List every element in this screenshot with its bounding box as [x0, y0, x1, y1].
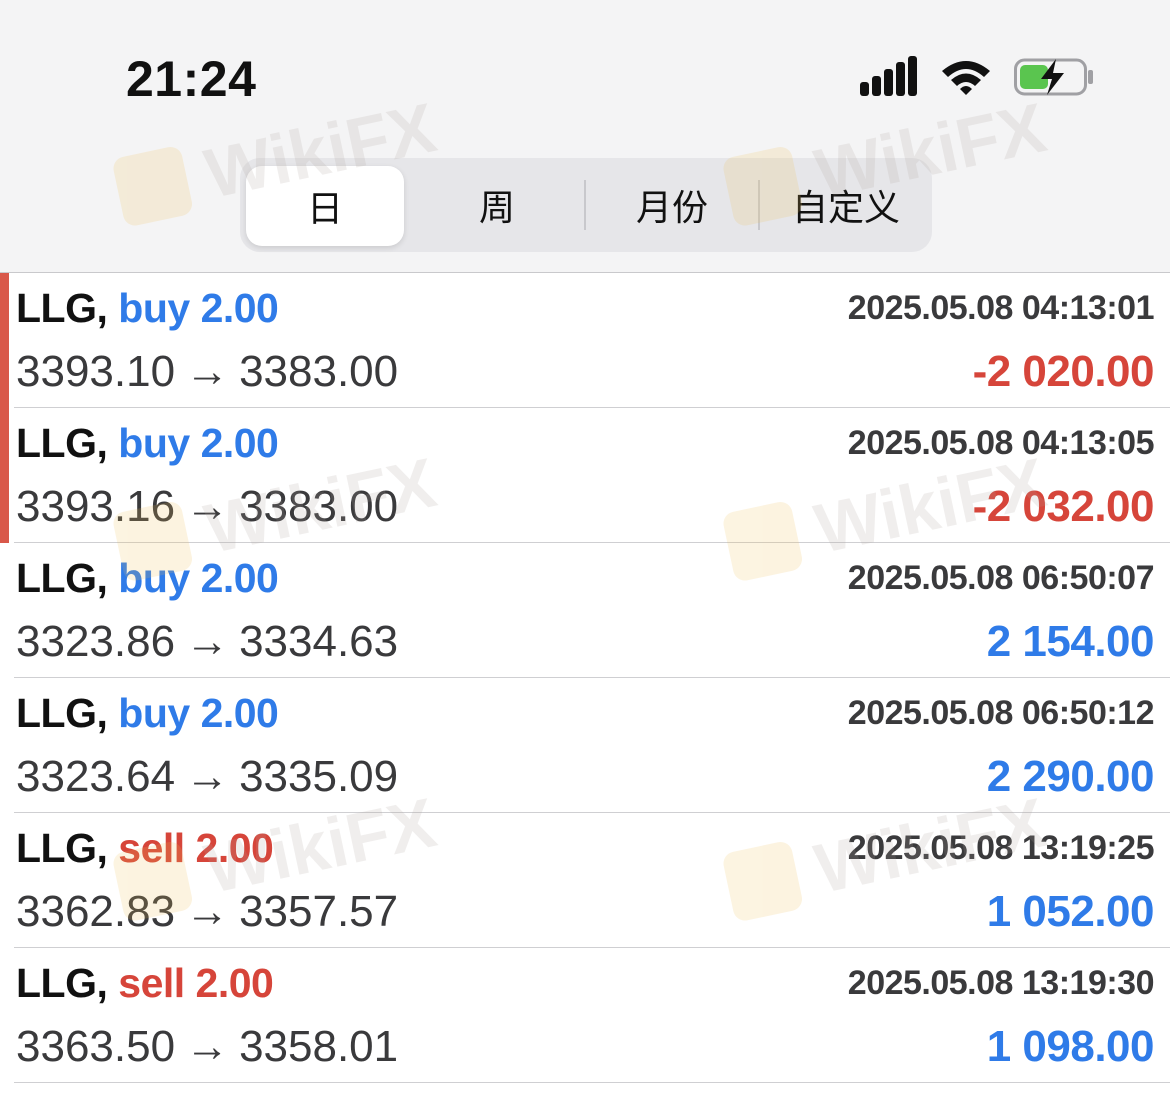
arrow-right-icon: → — [185, 1022, 230, 1071]
trade-title: LLG, buy 2.00 — [16, 420, 279, 467]
tab-custom[interactable]: 自定义 — [760, 158, 932, 252]
trade-profit: 1 052.00 — [986, 887, 1155, 936]
trade-side: buy 2.00 — [118, 555, 279, 601]
trade-title: LLG, sell 2.00 — [16, 825, 274, 872]
tab-custom-label: 自定义 — [791, 188, 900, 229]
trade-row[interactable]: LLG, buy 2.00 2025.05.08 06:50:07 3323.8… — [14, 543, 1170, 678]
trade-title: LLG, sell 2.00 — [16, 960, 274, 1007]
trade-symbol: LLG, — [16, 690, 108, 736]
cellular-signal-icon — [860, 56, 918, 103]
trade-row[interactable]: LLG, sell 2.00 2025.05.08 13:19:25 3362.… — [14, 813, 1170, 948]
trade-symbol: LLG, — [16, 285, 108, 331]
tab-month[interactable]: 月份 — [586, 158, 758, 252]
trade-profit: -2 032.00 — [972, 482, 1155, 531]
open-price: 3362.83 — [16, 887, 176, 936]
open-price: 3363.50 — [16, 1022, 176, 1071]
close-price: 3357.57 — [239, 887, 399, 936]
trade-datetime: 2025.05.08 06:50:07 — [847, 559, 1155, 597]
open-price: 3323.86 — [16, 617, 176, 666]
open-price: 3393.16 — [16, 482, 176, 531]
trade-symbol: LLG, — [16, 555, 108, 601]
row-marker — [0, 408, 9, 543]
tab-day-label: 日 — [306, 189, 343, 230]
arrow-right-icon: → — [185, 887, 230, 936]
top-bar: 21:24 日 周 月份 自定义 — [0, 0, 1170, 272]
close-price: 3335.09 — [239, 752, 399, 801]
close-price: 3383.00 — [239, 482, 399, 531]
trade-row[interactable]: LLG, buy 2.00 2025.05.08 06:50:12 3323.6… — [14, 678, 1170, 813]
trade-symbol: LLG, — [16, 825, 108, 871]
arrow-right-icon: → — [185, 617, 230, 666]
trade-datetime: 2025.05.08 04:13:05 — [847, 424, 1155, 462]
close-price: 3334.63 — [239, 617, 399, 666]
close-price: 3383.00 — [239, 347, 399, 396]
arrow-right-icon: → — [185, 752, 230, 801]
trade-symbol: LLG, — [16, 420, 108, 466]
trade-profit: 2 290.00 — [986, 752, 1155, 801]
trade-datetime: 2025.05.08 13:19:30 — [847, 964, 1155, 1002]
trade-prices: 3362.83 → 3357.57 — [16, 887, 398, 937]
trade-datetime: 2025.05.08 04:13:01 — [847, 289, 1155, 327]
tab-month-label: 月份 — [635, 188, 708, 229]
trade-side: sell 2.00 — [118, 960, 274, 1006]
trade-title: LLG, buy 2.00 — [16, 690, 279, 737]
trade-prices: 3323.64 → 3335.09 — [16, 752, 398, 802]
trade-datetime: 2025.05.08 13:19:25 — [847, 829, 1155, 867]
status-time: 21:24 — [126, 51, 257, 107]
trade-row[interactable]: LLG, sell 2.00 2025.05.08 13:19:30 3363.… — [14, 948, 1170, 1083]
trade-title: LLG, buy 2.00 — [16, 285, 279, 332]
trade-prices: 3323.86 → 3334.63 — [16, 617, 398, 667]
trade-profit: 2 154.00 — [986, 617, 1155, 666]
trade-profit: 1 098.00 — [986, 1022, 1155, 1071]
trade-symbol: LLG, — [16, 960, 108, 1006]
open-price: 3393.10 — [16, 347, 176, 396]
status-icons — [860, 56, 1094, 103]
trade-row[interactable]: LLG, buy 2.00 2025.05.08 04:13:05 3393.1… — [0, 408, 1170, 543]
trade-side: sell 2.00 — [118, 825, 274, 871]
trade-side: buy 2.00 — [118, 420, 279, 466]
tab-week-label: 周 — [478, 188, 515, 229]
arrow-right-icon: → — [185, 347, 230, 396]
battery-charging-icon — [1014, 57, 1094, 102]
trade-prices: 3363.50 → 3358.01 — [16, 1022, 398, 1072]
trade-profit: -2 020.00 — [972, 347, 1155, 396]
period-segmented-control: 日 周 月份 自定义 — [240, 158, 932, 252]
tab-day[interactable]: 日 — [246, 166, 404, 246]
open-price: 3323.64 — [16, 752, 176, 801]
row-marker — [0, 273, 9, 408]
trade-side: buy 2.00 — [118, 285, 279, 331]
wifi-icon — [940, 57, 992, 102]
trade-title: LLG, buy 2.00 — [16, 555, 279, 602]
trade-row[interactable]: LLG, buy 2.00 2025.05.08 04:13:01 3393.1… — [0, 273, 1170, 408]
tab-week[interactable]: 周 — [410, 158, 584, 252]
trade-datetime: 2025.05.08 06:50:12 — [847, 694, 1155, 732]
arrow-right-icon: → — [185, 482, 230, 531]
trade-prices: 3393.16 → 3383.00 — [16, 482, 398, 532]
close-price: 3358.01 — [239, 1022, 399, 1071]
trade-history-list: LLG, buy 2.00 2025.05.08 04:13:01 3393.1… — [0, 273, 1170, 1083]
trade-side: buy 2.00 — [118, 690, 279, 736]
trade-prices: 3393.10 → 3383.00 — [16, 347, 398, 397]
